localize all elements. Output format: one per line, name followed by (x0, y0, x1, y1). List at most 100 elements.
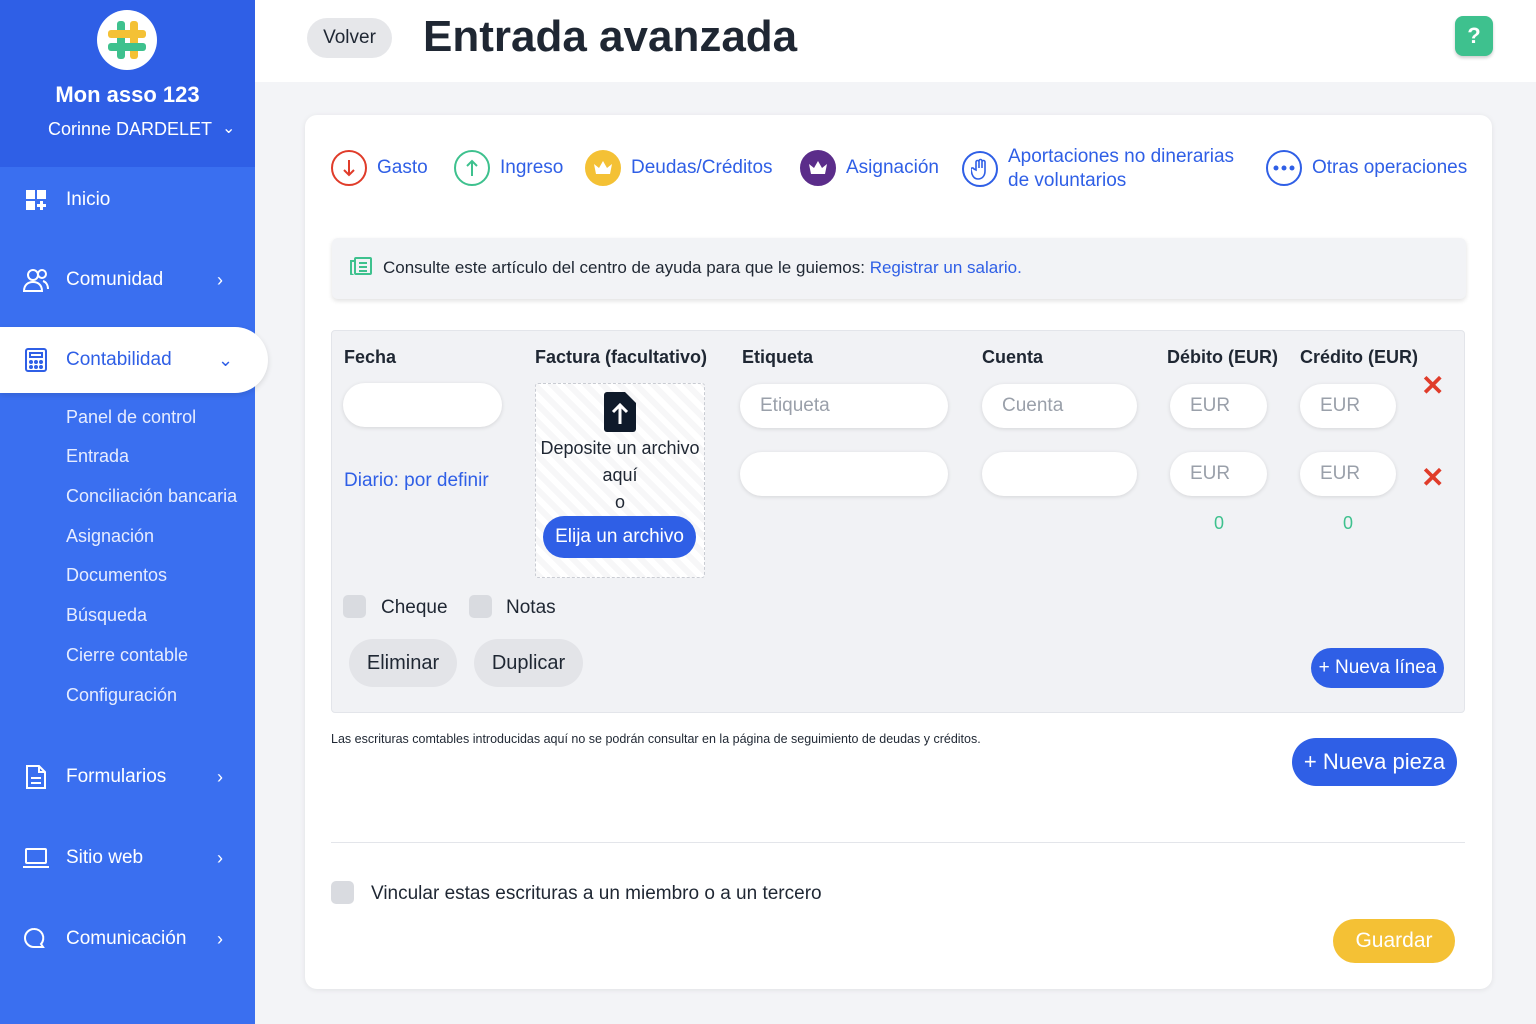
column-header-factura: Factura (facultativo) (535, 347, 708, 367)
optype-label: Gasto (377, 157, 428, 178)
optype-label: Deudas/Créditos (631, 157, 773, 178)
link-member-label: Vincular estas escrituras a un miembro o… (371, 883, 822, 904)
credit-input-1[interactable]: EUR (1300, 384, 1396, 428)
hashtag-logo-icon (108, 21, 146, 59)
debit-input-1[interactable]: EUR (1170, 384, 1267, 428)
optype-aportaciones[interactable]: Aportaciones no dinerarias de voluntario… (962, 145, 1234, 193)
dropzone-line: aquí (602, 465, 638, 485)
save-button[interactable]: Guardar (1333, 919, 1455, 963)
help-text: Consulte este artículo del centro de ayu… (383, 258, 870, 277)
subnav-conciliacion-bancaria[interactable]: Conciliación bancaria (66, 486, 237, 507)
subnav-documentos[interactable]: Documentos (66, 565, 167, 586)
crown-icon (800, 150, 836, 186)
optype-label: Asignación (846, 157, 939, 178)
optype-gasto[interactable]: Gasto (331, 150, 428, 186)
more-icon (1266, 150, 1302, 186)
column-header-cuenta: Cuenta (982, 347, 1044, 367)
sidebar-item-label: Sitio web (66, 847, 144, 868)
page-title: Entrada avanzada (423, 12, 798, 61)
date-input[interactable] (343, 383, 502, 427)
account-input-1[interactable]: Cuenta (982, 384, 1137, 428)
sidebar: Mon asso 123 Corinne DARDELET ⌄ Inicio C… (0, 0, 268, 1024)
optype-asignacion[interactable]: Asignación (800, 150, 939, 186)
sidebar-item-label: Comunidad (66, 269, 164, 290)
cheque-label: Cheque (381, 597, 448, 618)
new-line-button[interactable]: + Nueva línea (1311, 648, 1444, 688)
column-header-etiqueta: Etiqueta (742, 347, 814, 367)
sidebar-item-label: Comunicación (66, 928, 187, 949)
delete-piece-button[interactable]: Eliminar (349, 639, 457, 687)
optype-deudas-creditos[interactable]: Deudas/Créditos (585, 150, 773, 186)
chevron-down-icon[interactable]: ⌄ (222, 118, 235, 138)
delete-line-icon[interactable]: ✕ (1421, 461, 1444, 494)
arrow-up-icon (454, 150, 490, 186)
subnav-panel-de-control[interactable]: Panel de control (66, 407, 196, 428)
dropzone-line: o (614, 492, 625, 512)
divider (331, 842, 1465, 843)
sidebar-item-label: Formularios (66, 766, 167, 787)
help-button[interactable]: ? (1455, 16, 1493, 56)
column-header-debito: Débito (EUR) (1167, 347, 1278, 367)
label-input-1[interactable]: Etiqueta (740, 384, 948, 428)
user-name[interactable]: Corinne DARDELET (48, 119, 212, 140)
sidebar-item-inicio[interactable]: Inicio (0, 172, 255, 228)
subnav-asignacion[interactable]: Asignación (66, 526, 154, 547)
help-article-box: Consulte este artículo del centro de ayu… (332, 238, 1466, 299)
optype-label-group: Aportaciones no dinerarias de voluntario… (1008, 145, 1234, 193)
link-member-checkbox[interactable] (331, 881, 354, 904)
chevron-down-icon: ⌄ (218, 349, 234, 370)
sidebar-item-comunicacion[interactable]: Comunicación › (0, 911, 255, 967)
subnav-busqueda[interactable]: Búsqueda (66, 605, 147, 626)
choose-file-button[interactable]: Elija un archivo (543, 516, 696, 558)
newspaper-icon (349, 257, 372, 280)
debit-total: 0 (1214, 513, 1225, 533)
org-logo[interactable] (97, 10, 157, 70)
org-name: Mon asso 123 (55, 82, 200, 107)
notas-label: Notas (506, 597, 556, 618)
optype-otras-operaciones[interactable]: Otras operaciones (1266, 150, 1467, 186)
sidebar-item-label: Inicio (66, 189, 111, 210)
optype-label: Otras operaciones (1312, 157, 1468, 178)
dropzone-line: Deposite un archivo (540, 438, 700, 458)
help-link[interactable]: Registrar un salario. (870, 258, 1022, 277)
arrow-down-icon (331, 150, 367, 186)
subnav-configuracion[interactable]: Configuración (66, 685, 177, 706)
duplicate-piece-button[interactable]: Duplicar (474, 639, 583, 687)
sidebar-item-contabilidad[interactable]: Contabilidad ⌄ (0, 327, 268, 393)
sidebar-item-sitio-web[interactable]: Sitio web › (0, 830, 255, 886)
users-icon (22, 266, 50, 294)
sidebar-item-comunidad[interactable]: Comunidad › (0, 252, 255, 308)
dashboard-icon (22, 186, 50, 214)
label-input-2[interactable] (740, 452, 948, 496)
delete-line-icon[interactable]: ✕ (1421, 369, 1444, 402)
back-button[interactable]: Volver (307, 18, 392, 58)
chevron-right-icon: › (217, 847, 223, 868)
optype-ingreso[interactable]: Ingreso (454, 150, 563, 186)
new-piece-button[interactable]: + Nueva pieza (1292, 738, 1457, 786)
notas-checkbox[interactable] (469, 595, 492, 618)
credit-total: 0 (1343, 513, 1354, 533)
journal-link[interactable]: Diario: por definir (344, 470, 489, 492)
credit-input-2[interactable]: EUR (1300, 452, 1396, 496)
optype-label: de voluntarios (1008, 170, 1127, 191)
laptop-icon (22, 844, 50, 872)
info-note: Las escrituras comtables introducidas aq… (331, 732, 981, 746)
debit-input-2[interactable]: EUR (1170, 452, 1267, 496)
coin-icon (585, 150, 621, 186)
chevron-right-icon: › (217, 766, 223, 787)
hand-icon (962, 151, 998, 187)
optype-label: Ingreso (500, 157, 564, 178)
file-upload-icon (604, 392, 636, 432)
subnav-entrada[interactable]: Entrada (66, 446, 129, 467)
column-header-fecha: Fecha (344, 347, 397, 367)
chat-icon (22, 925, 50, 953)
subnav-cierre-contable[interactable]: Cierre contable (66, 645, 188, 666)
calculator-icon (22, 346, 50, 374)
sidebar-item-formularios[interactable]: Formularios › (0, 749, 255, 805)
cheque-checkbox[interactable] (343, 595, 366, 618)
dropzone-text: Deposite un archivo aquí o (535, 435, 705, 516)
sidebar-item-label: Contabilidad (66, 349, 172, 370)
column-header-credito: Crédito (EUR) (1300, 347, 1418, 367)
optype-label: Aportaciones no dinerarias (1008, 146, 1235, 167)
account-input-2[interactable] (982, 452, 1137, 496)
